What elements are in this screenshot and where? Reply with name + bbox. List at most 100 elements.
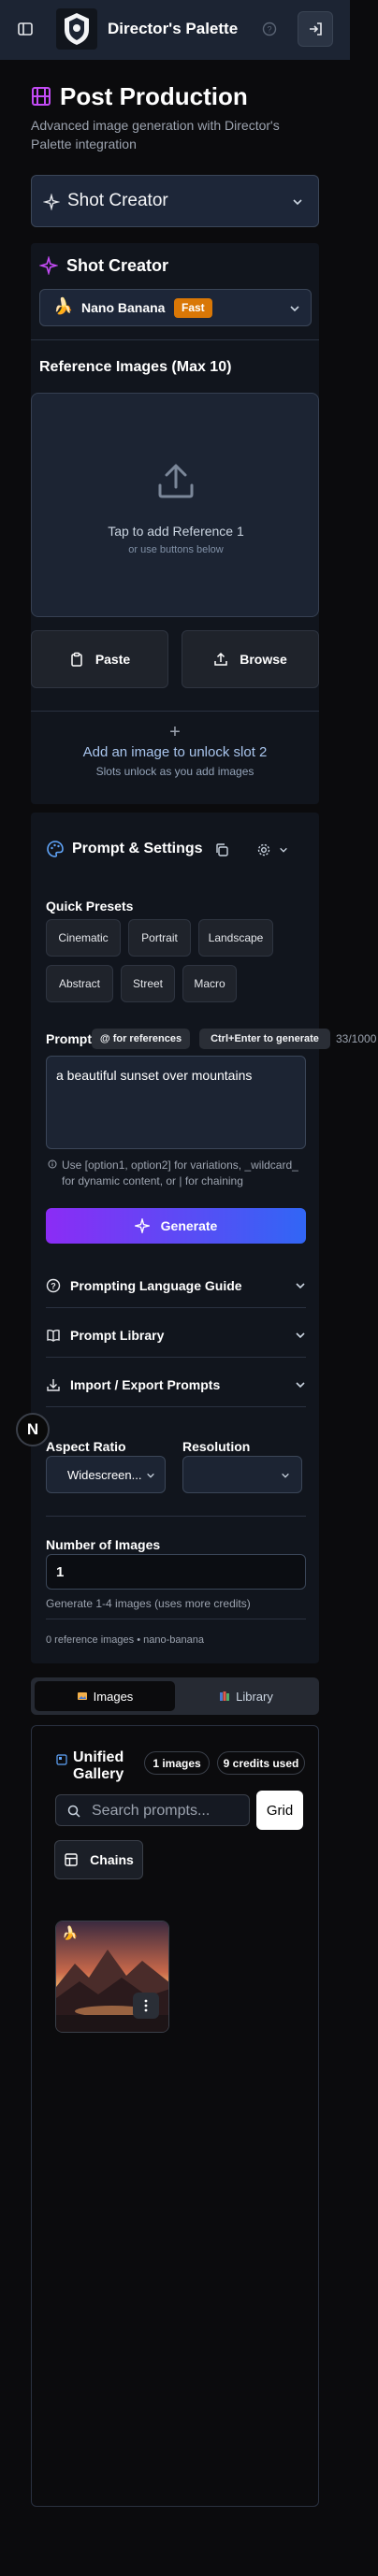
- accordion-prompting-guide[interactable]: ? Prompting Language Guide: [46, 1263, 306, 1308]
- divider: [46, 1516, 306, 1517]
- gallery-search-input[interactable]: Search prompts...: [55, 1794, 250, 1826]
- prompt-label: Prompt: [46, 1031, 92, 1046]
- chains-icon: [65, 1853, 78, 1866]
- help-circle-icon: ?: [262, 22, 277, 36]
- resolution-label: Resolution: [182, 1439, 251, 1454]
- sparkles-icon: [43, 194, 60, 210]
- tab-library-label: Library: [236, 1689, 273, 1704]
- model-name: Nano Banana: [81, 300, 166, 315]
- preset-street[interactable]: Street: [121, 965, 175, 1002]
- num-images-label: Number of Images: [46, 1537, 161, 1552]
- tab-images[interactable]: Images: [35, 1681, 175, 1711]
- prompt-settings-title: Prompt & Settings: [72, 841, 203, 856]
- preset-portrait[interactable]: Portrait: [128, 919, 191, 957]
- settings-menu-button[interactable]: [252, 840, 293, 860]
- chains-button[interactable]: Chains: [54, 1840, 143, 1879]
- books-icon: [220, 1691, 230, 1701]
- unlock-slot-label: Add an image to unlock slot 2: [82, 744, 268, 760]
- accordion-import-export[interactable]: Import / Export Prompts: [46, 1362, 306, 1407]
- quick-presets-title: Quick Presets: [46, 899, 134, 914]
- plus-icon: +: [169, 722, 181, 742]
- copy-icon: [216, 843, 228, 856]
- brand-logo: [56, 8, 97, 50]
- generate-label: Generate: [160, 1218, 218, 1233]
- num-images-note: Generate 1-4 images (uses more credits): [46, 1597, 251, 1610]
- svg-text:?: ?: [267, 25, 271, 35]
- browse-button[interactable]: Browse: [182, 630, 319, 688]
- images-count-badge: 1 images: [144, 1751, 210, 1775]
- fast-badge: Fast: [174, 298, 212, 318]
- browse-label: Browse: [240, 652, 287, 667]
- images-icon: [77, 1692, 87, 1700]
- book-icon: [47, 1329, 60, 1342]
- banana-icon: 🍌: [53, 297, 74, 315]
- paste-button[interactable]: Paste: [31, 630, 168, 688]
- page-title: Post Production: [60, 82, 248, 110]
- chevron-down-icon: [296, 1381, 305, 1388]
- help-button[interactable]: ?: [259, 19, 280, 39]
- shortcut-hint-pill: Ctrl+Enter to generate: [199, 1029, 330, 1049]
- sparkles-icon: [39, 256, 58, 275]
- credits-used-badge: 9 credits used: [217, 1751, 305, 1775]
- num-images-input[interactable]: 1: [46, 1554, 306, 1590]
- copy-button[interactable]: [211, 840, 232, 860]
- preset-macro[interactable]: Macro: [182, 965, 237, 1002]
- preset-abstract[interactable]: Abstract: [46, 965, 113, 1002]
- sidebar-toggle-button[interactable]: [13, 17, 37, 41]
- unified-gallery: Unified Gallery 1 images 9 credits used …: [31, 1725, 319, 2507]
- shot-creator-panel: Shot Creator 🍌 Nano Banana Fast Referenc…: [31, 243, 319, 804]
- sparkles-icon: [134, 1218, 150, 1233]
- mode-selector[interactable]: Shot Creator: [31, 175, 319, 227]
- tab-library[interactable]: Library: [177, 1681, 315, 1711]
- aspect-ratio-value: Widescreen...: [67, 1468, 142, 1482]
- gallery-icon: [56, 1754, 67, 1765]
- page-subtitle: Advanced image generation with Director'…: [31, 118, 280, 151]
- model-selector[interactable]: 🍌 Nano Banana Fast: [39, 289, 312, 326]
- shot-creator-title: Shot Creator: [66, 256, 169, 275]
- resolution-select[interactable]: [182, 1456, 302, 1493]
- app-header: Director's Palette ?: [0, 0, 350, 60]
- dropzone-sublabel: or use buttons below: [128, 544, 224, 555]
- gallery-thumbnail[interactable]: 🍌: [55, 1921, 169, 2033]
- dropzone-label: Tap to add Reference 1: [108, 524, 244, 539]
- brand-name: Director's Palette: [108, 20, 239, 37]
- chevron-down-icon: [296, 1331, 305, 1338]
- film-icon: [32, 87, 51, 106]
- more-vertical-icon: [144, 1999, 148, 2012]
- svg-text:?: ?: [51, 1281, 56, 1290]
- chevron-down-icon: [282, 1473, 289, 1478]
- upload-icon: [158, 464, 194, 498]
- help-circle-icon: ?: [46, 1278, 61, 1292]
- n-dev-badge[interactable]: N: [16, 1413, 50, 1446]
- grid-view-button[interactable]: Grid: [256, 1791, 303, 1830]
- palette-icon: [47, 841, 64, 857]
- preset-landscape[interactable]: Landscape: [198, 919, 273, 957]
- paste-label: Paste: [94, 652, 131, 667]
- director-crest-icon: [65, 13, 89, 45]
- preset-cinematic[interactable]: Cinematic: [46, 919, 121, 957]
- prompt-settings-panel: Prompt & Settings Quick Presets Cinemati…: [31, 813, 376, 1663]
- gallery-title: Unified Gallery: [73, 1749, 124, 1782]
- chevron-down-icon: [147, 1473, 154, 1478]
- unlock-slot-sublabel: Slots unlock as you add images: [95, 765, 254, 778]
- search-icon: [67, 1805, 80, 1818]
- sign-in-button[interactable]: [298, 11, 333, 47]
- gear-icon: [257, 843, 270, 856]
- sign-in-icon: [310, 22, 322, 36]
- accordion-label: Prompting Language Guide: [70, 1277, 242, 1293]
- clipboard-icon: [71, 652, 82, 667]
- reference-dropzone[interactable]: Tap to add Reference 1 or use buttons be…: [31, 393, 319, 617]
- chevron-down-icon: [290, 306, 299, 312]
- accordion-label: Prompt Library: [70, 1327, 165, 1343]
- sidebar-toggle-icon: [18, 22, 33, 36]
- accordion-prompt-library[interactable]: Prompt Library: [46, 1313, 306, 1358]
- mode-selector-label: Shot Creator: [67, 191, 168, 210]
- thumbnail-menu-button[interactable]: [133, 1993, 159, 2019]
- generate-button[interactable]: Generate: [46, 1208, 306, 1244]
- aspect-ratio-label: Aspect Ratio: [46, 1439, 126, 1454]
- aspect-ratio-select[interactable]: Widescreen...: [46, 1456, 166, 1493]
- prompt-textarea[interactable]: a beautiful sunset over mountains: [46, 1056, 306, 1149]
- prompt-syntax-hint: Use [option1, option2] for variations, _…: [62, 1158, 298, 1187]
- reference-status-note: 0 reference images • nano-banana: [46, 1634, 204, 1646]
- char-count: 33/1000: [336, 1032, 377, 1045]
